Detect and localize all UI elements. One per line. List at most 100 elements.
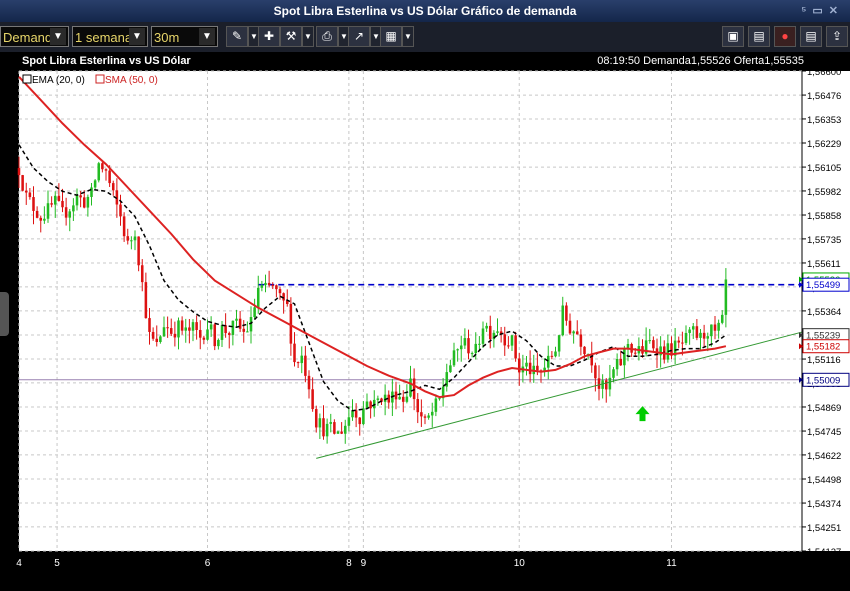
window-title-bar: Spot Libra Esterlina vs US Dólar Gráfico… xyxy=(0,0,850,22)
candle-body xyxy=(492,332,496,340)
legend-ema-swatch xyxy=(22,74,32,84)
candle-body xyxy=(329,422,333,424)
candle-body xyxy=(702,332,706,339)
candle-body xyxy=(507,345,510,347)
candle-body xyxy=(677,340,681,343)
candle-body xyxy=(365,401,369,409)
chevron-down-icon[interactable]: ▼ xyxy=(402,26,414,47)
candle-body xyxy=(311,389,314,410)
candle-body xyxy=(159,336,162,342)
tools-icon[interactable]: ⚒ xyxy=(280,26,302,47)
candle-body xyxy=(394,391,398,400)
candle-body xyxy=(325,423,329,437)
pencil-icon[interactable]: ✎ xyxy=(226,26,248,47)
candle-body xyxy=(681,342,684,344)
print-icon[interactable]: ⎙ xyxy=(316,26,338,47)
time-tick-label: 5 xyxy=(54,558,60,569)
candle-body xyxy=(409,378,412,397)
candle-body xyxy=(122,216,126,237)
candle-body xyxy=(691,326,695,330)
price-tick-label: 1,55611 xyxy=(807,259,841,270)
candle-body xyxy=(271,284,275,286)
alert-icon[interactable]: ● xyxy=(774,26,796,47)
candle-body xyxy=(470,353,474,355)
trend-icon[interactable]: ↗ xyxy=(348,26,370,47)
candle-body xyxy=(514,335,517,359)
candle-body xyxy=(264,282,267,286)
time-tick-label: 11 xyxy=(666,558,677,569)
candle-body xyxy=(684,332,688,343)
grid-icon[interactable]: ▦ xyxy=(380,26,402,47)
candle-body xyxy=(405,396,409,402)
period-select[interactable]: 1 semana ▼ xyxy=(72,26,148,47)
price-label-text: 1,55499 xyxy=(806,280,840,291)
candle-body xyxy=(220,325,224,340)
price-tick-label: 1,54498 xyxy=(807,475,841,486)
export-icon[interactable]: ⇪ xyxy=(826,26,848,47)
candle-body xyxy=(347,417,351,426)
candle-body xyxy=(21,175,24,191)
price-type-select[interactable]: Demanda ▼ xyxy=(0,26,69,47)
candle-body xyxy=(50,203,53,205)
candle-body xyxy=(633,352,637,354)
candle-body xyxy=(101,163,104,170)
candle-body xyxy=(604,380,608,390)
candle-body xyxy=(28,192,32,198)
candle-body xyxy=(568,320,572,334)
chevron-down-icon[interactable]: ▼ xyxy=(50,28,66,45)
candle-body xyxy=(242,328,246,332)
candle-body xyxy=(43,218,46,221)
candle-body xyxy=(173,333,177,338)
candle-body xyxy=(575,331,579,335)
candle-body xyxy=(474,343,478,354)
candle-body xyxy=(246,331,249,333)
ask-quote: Oferta1,55535 xyxy=(733,55,804,67)
candle-body xyxy=(724,279,728,315)
candle-body xyxy=(459,345,463,350)
pin-icon[interactable]: ✚ xyxy=(258,26,280,47)
document-icon[interactable]: ▤ xyxy=(800,26,822,47)
layout-icon[interactable]: ▣ xyxy=(722,26,744,47)
candle-body xyxy=(517,358,521,373)
window-controls[interactable]: ⁵▭✕ xyxy=(801,0,844,22)
candle-body xyxy=(307,375,311,390)
window-title: Spot Libra Esterlina vs US Dólar Gráfico… xyxy=(273,4,577,18)
chevron-down-icon[interactable]: ▼ xyxy=(302,26,314,47)
candle-body xyxy=(463,338,467,346)
candle-body xyxy=(398,396,401,400)
instrument-name: Spot Libra Esterlina vs US Dólar xyxy=(22,55,191,67)
chart-header: Spot Libra Esterlina vs US Dólar 08:19:5… xyxy=(0,52,850,70)
candle-body xyxy=(166,327,169,329)
candle-body xyxy=(304,355,307,376)
candle-body xyxy=(376,398,380,400)
candle-body xyxy=(293,343,296,363)
candle-body xyxy=(256,287,260,308)
price-chart[interactable]: 1,56600 1,56476 1,56353 1,56229 1,56105 1,559… xyxy=(0,70,850,591)
candle-body xyxy=(97,163,101,181)
time-tick-label: 9 xyxy=(361,558,367,569)
time-tick-label: 6 xyxy=(205,558,211,569)
price-tick-label: 1,54374 xyxy=(807,499,841,510)
candle-body xyxy=(148,318,151,332)
candle-body xyxy=(623,348,626,366)
chevron-down-icon[interactable]: ▼ xyxy=(129,28,145,45)
candle-body xyxy=(336,431,340,434)
candle-body xyxy=(191,322,195,331)
candle-body xyxy=(358,417,362,425)
price-tick-label: 1,54622 xyxy=(807,451,841,462)
legend-ema-label: EMA (20, 0) xyxy=(32,75,85,86)
candle-body xyxy=(260,285,264,288)
legend-sma-label: SMA (50, 0) xyxy=(105,75,158,86)
price-tick-label: 1,56476 xyxy=(807,91,841,102)
candle-body xyxy=(86,196,90,208)
interval-select[interactable]: 30m ▼ xyxy=(151,26,218,47)
candle-body xyxy=(140,265,144,283)
candle-body xyxy=(648,340,652,342)
candle-body xyxy=(202,337,206,340)
candle-body xyxy=(579,334,583,347)
quote-time: 08:19:50 xyxy=(597,55,641,67)
candle-body xyxy=(561,305,565,336)
chart-icon[interactable]: ▤ xyxy=(748,26,770,47)
candle-body xyxy=(412,378,416,400)
chevron-down-icon[interactable]: ▼ xyxy=(199,28,215,45)
